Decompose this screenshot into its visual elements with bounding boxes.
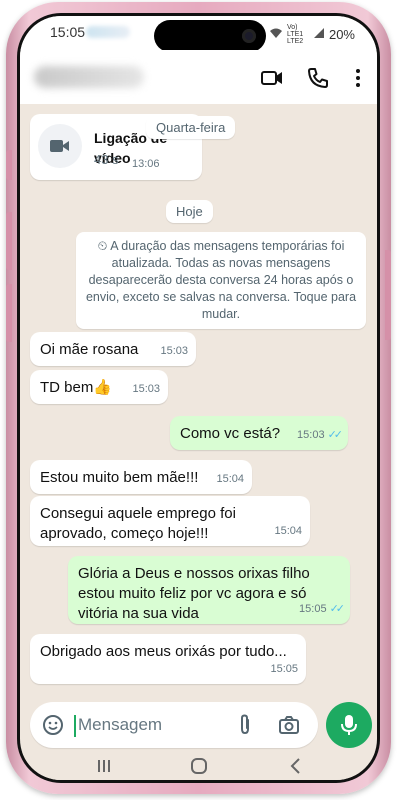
call-duration: 43 s bbox=[94, 152, 119, 167]
sticker-icon[interactable] bbox=[42, 714, 64, 741]
read-ticks-icon: ✓✓ bbox=[329, 603, 346, 615]
signal-icon bbox=[313, 27, 325, 42]
message-outgoing[interactable]: Como vc está? 15:03 ✓✓ bbox=[170, 416, 348, 450]
notification-icons-blurred bbox=[86, 26, 130, 38]
signal-text: Vo) LTE1 LTE2 bbox=[286, 24, 304, 45]
attach-icon[interactable] bbox=[236, 714, 254, 741]
message-meta: 15:03 ✓✓ bbox=[297, 425, 344, 445]
microphone-icon bbox=[341, 715, 357, 735]
read-ticks-icon: ✓✓ bbox=[327, 429, 344, 441]
timer-icon: ⏲ bbox=[97, 239, 111, 253]
phone-call-icon[interactable] bbox=[306, 66, 330, 90]
message-time: 15:04 bbox=[216, 473, 244, 485]
system-nav-bar bbox=[20, 752, 377, 780]
volume-up-button bbox=[6, 212, 12, 270]
mic-button[interactable] bbox=[326, 702, 372, 748]
back-icon[interactable] bbox=[288, 757, 304, 780]
status-bar: 15:05 Vo) LTE1 LTE2 20% bbox=[20, 16, 377, 52]
message-text: Como vc está? bbox=[180, 425, 281, 442]
recent-apps-icon[interactable] bbox=[96, 758, 112, 779]
message-text: TD bem👍 bbox=[40, 379, 113, 396]
message-time: 15:03 bbox=[132, 383, 160, 395]
wifi-icon bbox=[269, 27, 283, 42]
volume-down-button bbox=[6, 284, 12, 342]
call-icon-circle bbox=[38, 124, 82, 168]
video-camera-icon bbox=[50, 140, 69, 152]
message-time: 15:04 bbox=[274, 525, 302, 537]
system-message-text: A duração das mensagens temporárias foi … bbox=[85, 239, 357, 321]
message-time: 15:03 bbox=[160, 345, 188, 357]
video-call-icon[interactable] bbox=[260, 66, 284, 90]
message-text: Oi mãe rosana bbox=[40, 341, 139, 358]
message-input-box[interactable]: Mensagem bbox=[30, 702, 318, 748]
message-outgoing[interactable]: Glória a Deus e nossos orixas filho esto… bbox=[68, 556, 350, 624]
date-chip-wednesday: Quarta-feira bbox=[146, 116, 236, 139]
message-placeholder[interactable]: Mensagem bbox=[78, 715, 162, 735]
message-incoming[interactable]: Estou muito bem mãe!!! 15:04 bbox=[30, 460, 252, 494]
call-time: 13:06 bbox=[132, 158, 160, 170]
dynamic-island bbox=[154, 20, 266, 52]
home-icon[interactable] bbox=[190, 757, 208, 780]
phone-frame: 15:05 Vo) LTE1 LTE2 20% Ligação de vídeo… bbox=[6, 2, 391, 794]
message-incoming[interactable]: Oi mãe rosana 15:03 bbox=[30, 332, 196, 366]
screen: 15:05 Vo) LTE1 LTE2 20% Ligação de vídeo… bbox=[20, 16, 377, 780]
chat-area[interactable]: Ligação de vídeo 43 s 13:06 Quarta-feira… bbox=[20, 104, 377, 702]
message-incoming[interactable]: TD bem👍 15:03 bbox=[30, 370, 168, 404]
message-time: 15:03 bbox=[297, 429, 325, 441]
front-camera-icon bbox=[242, 29, 256, 43]
power-button bbox=[385, 250, 391, 340]
status-right: Vo) LTE1 LTE2 20% bbox=[269, 24, 355, 45]
mute-button bbox=[6, 150, 12, 180]
message-time: 15:05 bbox=[270, 663, 298, 675]
message-text: Obrigado aos meus orixás por tudo... bbox=[40, 643, 287, 660]
more-options-icon[interactable] bbox=[346, 66, 370, 90]
message-text: Estou muito bem mãe!!! bbox=[40, 469, 199, 486]
contact-name-blurred[interactable] bbox=[34, 66, 144, 88]
chat-header bbox=[20, 50, 377, 104]
system-message[interactable]: ⏲ A duração das mensagens temporárias fo… bbox=[76, 232, 366, 329]
camera-icon[interactable] bbox=[278, 714, 300, 741]
message-text: Consegui aquele emprego foi aprovado, co… bbox=[40, 505, 236, 542]
battery-text: 20% bbox=[328, 27, 355, 42]
status-time: 15:05 bbox=[50, 24, 86, 40]
text-cursor bbox=[74, 715, 76, 737]
message-time: 15:05 bbox=[299, 603, 327, 615]
message-meta: 15:05 ✓✓ bbox=[299, 599, 346, 619]
message-incoming[interactable]: Obrigado aos meus orixás por tudo... 15:… bbox=[30, 634, 306, 684]
message-incoming[interactable]: Consegui aquele emprego foi aprovado, co… bbox=[30, 496, 310, 546]
date-chip-today: Hoje bbox=[166, 200, 213, 223]
phone-bezel: 15:05 Vo) LTE1 LTE2 20% Ligação de vídeo… bbox=[17, 13, 380, 783]
composer: Mensagem bbox=[20, 702, 377, 752]
